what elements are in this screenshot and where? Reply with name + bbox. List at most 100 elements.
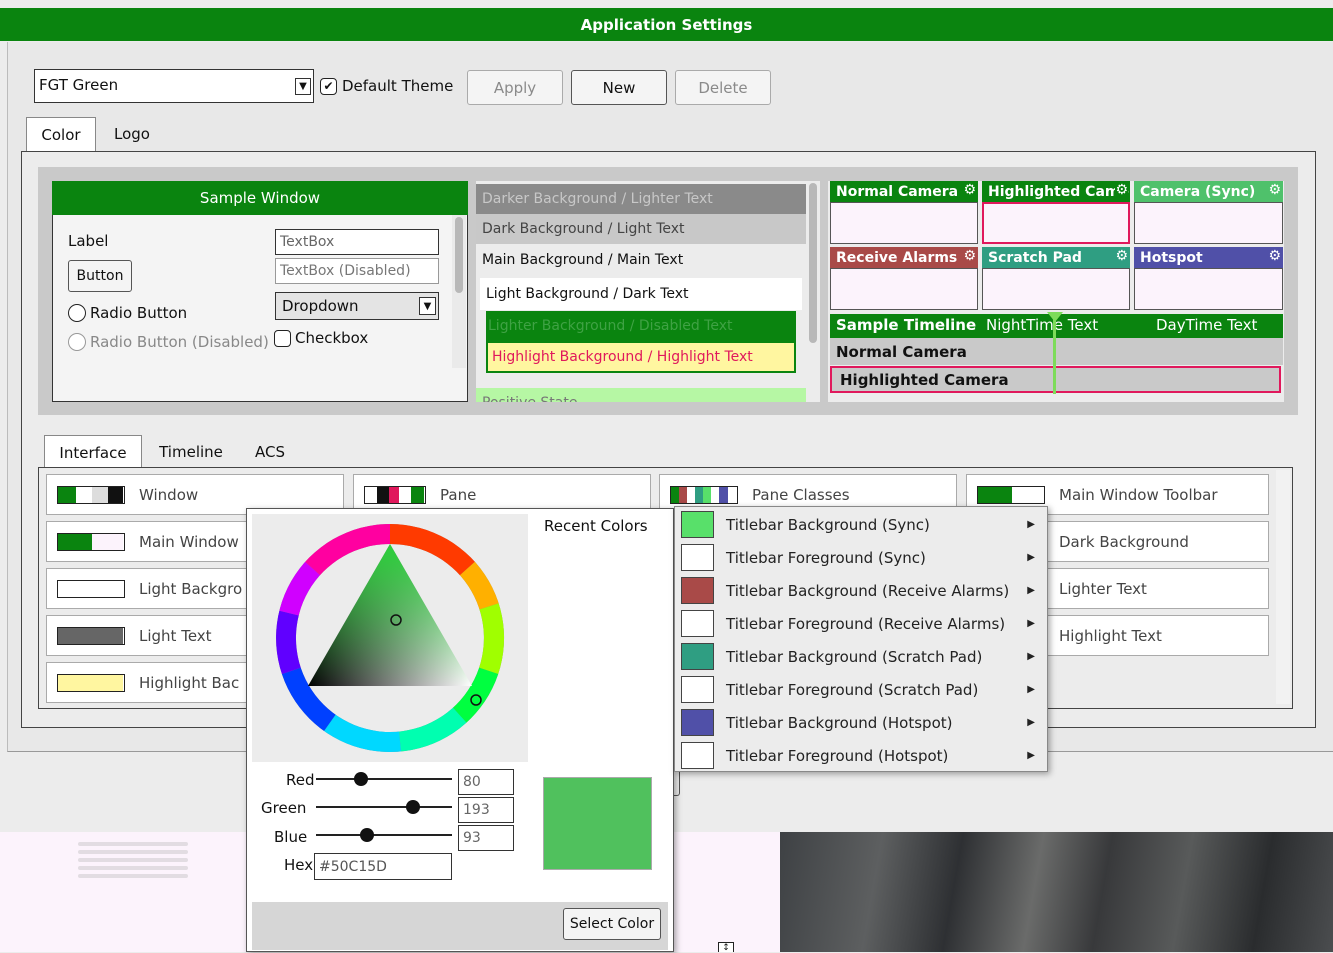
window-title: Application Settings (0, 8, 1333, 41)
resize-handle-icon[interactable]: ↕ (718, 942, 734, 953)
menu-item-titlebar-fg-scratchpad[interactable]: Titlebar Foreground (Scratch Pad) ▶ (675, 673, 1049, 706)
delete-button[interactable]: Delete (675, 70, 771, 105)
menu-item-label: Titlebar Background (Receive Alarms) (726, 581, 1010, 600)
menu-swatch (681, 544, 714, 571)
menu-item-titlebar-bg-hotspot[interactable]: Titlebar Background (Hotspot) ▶ (675, 706, 1049, 739)
sample-dropdown[interactable]: Dropdown ▼ (275, 292, 439, 320)
camera-highlighted-body[interactable] (982, 202, 1130, 244)
gear-icon[interactable]: ⚙ (1115, 182, 1128, 198)
menu-item-label: Titlebar Background (Scratch Pad) (726, 647, 983, 666)
camera-normal-body[interactable] (830, 202, 978, 244)
chevron-right-icon: ▶ (1027, 618, 1035, 629)
timeline-cursor-marker-icon (1047, 312, 1063, 322)
swatch-list-scrollbar[interactable] (806, 181, 820, 402)
color-wheel-area[interactable] (252, 514, 528, 762)
item-highlight-background-label: Highlight Bac (139, 673, 240, 692)
apply-button[interactable]: Apply (467, 70, 563, 105)
camera-hotspot-body[interactable] (1134, 268, 1283, 310)
camera-alarms-title[interactable]: Receive Alarms ⚙ (830, 247, 978, 268)
sample-window-title: Sample Window (52, 181, 468, 215)
red-slider-thumb[interactable] (354, 772, 368, 786)
swatch-highlight-background[interactable]: Highlight Background / Highlight Text (486, 341, 796, 373)
camera-scratchpad-body[interactable] (982, 268, 1130, 310)
camera-normal-title[interactable]: Normal Camera ⚙ (830, 181, 978, 202)
theme-dropdown[interactable]: FGT Green ▼ (34, 69, 314, 103)
swatch-positive-state[interactable]: Positive State (476, 388, 806, 402)
item-window-label: Window (139, 485, 199, 504)
checkmark-icon: ✔ (320, 77, 337, 95)
gear-icon[interactable]: ⚙ (1115, 248, 1128, 264)
sample-checkbox[interactable]: Checkbox (274, 329, 368, 347)
default-theme-checkbox[interactable]: ✔ Default Theme (320, 77, 453, 95)
radio-icon (68, 333, 86, 351)
tab-color[interactable]: Color (26, 117, 96, 151)
scrollbar-thumb[interactable] (809, 183, 817, 343)
camera-alarms-body[interactable] (830, 268, 978, 310)
chevron-down-icon: ▼ (419, 297, 436, 315)
scrollbar-thumb[interactable] (455, 217, 463, 293)
sample-textbox-disabled[interactable]: TextBox (Disabled) (275, 258, 439, 284)
green-slider-thumb[interactable] (406, 800, 420, 814)
timeline-cursor[interactable] (1053, 318, 1056, 394)
menu-item-titlebar-fg-sync[interactable]: Titlebar Foreground (Sync) ▶ (675, 541, 1049, 574)
camera-highlighted-title[interactable]: Highlighted Camera ⚙ (982, 181, 1130, 202)
camera-sync-title[interactable]: Camera (Sync) ⚙ (1134, 181, 1283, 202)
default-theme-label: Default Theme (342, 77, 454, 95)
menu-item-titlebar-fg-alarms[interactable]: Titlebar Foreground (Receive Alarms) ▶ (675, 607, 1049, 640)
color-preview-swatch (543, 777, 652, 870)
tab-interface[interactable]: Interface (44, 435, 142, 469)
sample-button[interactable]: Button (68, 260, 132, 292)
camera-sync-body[interactable] (1134, 202, 1283, 244)
item-light-text-label: Light Text (139, 626, 212, 645)
camera-sync-label: Camera (Sync) (1140, 183, 1256, 200)
red-label: Red (286, 771, 315, 789)
camera-hotspot-title[interactable]: Hotspot ⚙ (1134, 247, 1283, 268)
blue-slider-thumb[interactable] (360, 828, 374, 842)
gear-icon[interactable]: ⚙ (963, 182, 976, 198)
menu-item-label: Titlebar Foreground (Hotspot) (726, 746, 949, 765)
sample-textbox[interactable]: TextBox (275, 229, 439, 255)
window-swatch (57, 485, 125, 504)
green-label: Green (261, 799, 307, 817)
timeline-normal-row[interactable]: Normal Camera (830, 338, 1283, 365)
sample-radio-disabled[interactable]: Radio Button (Disabled) (68, 333, 274, 351)
menu-item-titlebar-fg-hotspot[interactable]: Titlebar Foreground (Hotspot) ▶ (675, 739, 1049, 772)
interface-scrollbar[interactable] (1276, 470, 1290, 704)
gear-icon[interactable]: ⚙ (963, 248, 976, 264)
select-color-button[interactable]: Select Color (563, 908, 661, 940)
color-wheel-icon[interactable] (252, 514, 528, 762)
menu-item-titlebar-bg-scratchpad[interactable]: Titlebar Background (Scratch Pad) ▶ (675, 640, 1049, 673)
pane-swatch (364, 485, 426, 504)
green-slider[interactable] (316, 806, 452, 808)
menu-item-label: Titlebar Foreground (Sync) (726, 548, 926, 567)
blue-value-input[interactable]: 93 (458, 825, 514, 851)
green-value-input[interactable]: 193 (458, 797, 514, 823)
item-dark-background-label: Dark Background (1059, 532, 1189, 551)
swatch-dark-background[interactable]: Dark Background / Light Text (476, 214, 806, 244)
hex-input[interactable]: #50C15D (314, 853, 452, 880)
tab-timeline[interactable]: Timeline (148, 435, 234, 469)
chevron-right-icon: ▶ (1027, 750, 1035, 761)
tab-logo[interactable]: Logo (100, 117, 164, 151)
sample-window-scrollbar[interactable] (452, 215, 466, 368)
item-lighter-text-label: Lighter Text (1059, 579, 1147, 598)
blue-slider[interactable] (316, 834, 452, 836)
red-value-input[interactable]: 80 (458, 769, 514, 795)
red-slider[interactable] (316, 778, 452, 780)
gear-icon[interactable]: ⚙ (1268, 248, 1281, 264)
new-button[interactable]: New (571, 70, 667, 105)
swatch-light-background[interactable]: Light Background / Dark Text (480, 278, 802, 310)
menu-item-titlebar-bg-alarms[interactable]: Titlebar Background (Receive Alarms) ▶ (675, 574, 1049, 607)
swatch-main-background[interactable]: Main Background / Main Text (476, 244, 806, 276)
swatch-lighter-background[interactable]: Lighter Background / Disabled Text (486, 311, 796, 341)
camera-scratchpad-title[interactable]: Scratch Pad ⚙ (982, 247, 1130, 268)
menu-swatch (681, 742, 714, 769)
tab-acs[interactable]: ACS (244, 435, 296, 469)
swatch-darker-background[interactable]: Darker Background / Lighter Text (476, 184, 806, 214)
main-window-toolbar-swatch (977, 485, 1045, 504)
sample-radio[interactable]: Radio Button (68, 304, 187, 322)
camera-hotspot-label: Hotspot (1140, 249, 1203, 266)
rock-photo (780, 832, 1333, 952)
gear-icon[interactable]: ⚙ (1268, 182, 1281, 198)
menu-item-titlebar-bg-sync[interactable]: Titlebar Background (Sync) ▶ (675, 508, 1049, 541)
